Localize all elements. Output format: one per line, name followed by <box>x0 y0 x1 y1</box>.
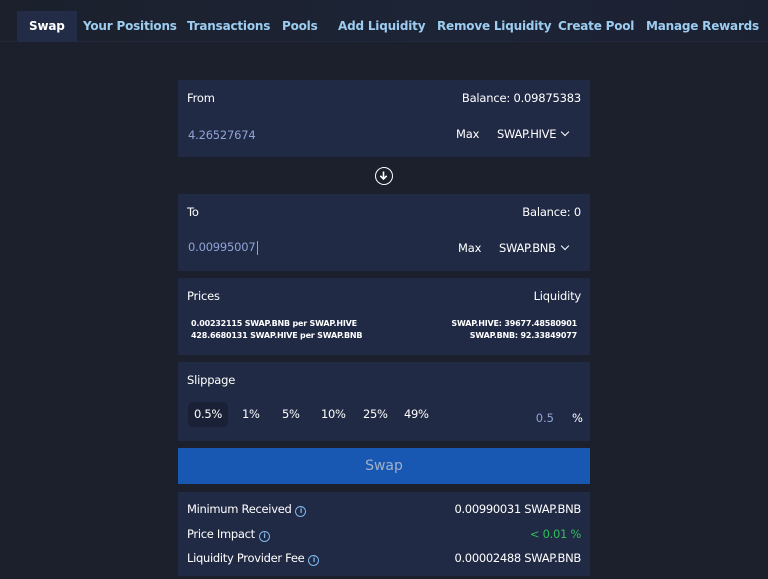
info-icon[interactable]: i <box>295 506 307 517</box>
from-token-label: SWAP.HIVE <box>497 127 557 141</box>
slippage-option[interactable]: 0.5% <box>188 402 229 427</box>
tab-add-liquidity[interactable]: Add Liquidity <box>326 11 437 42</box>
slippage-title: Slippage <box>187 373 236 387</box>
price-impact-value: < 0.01 % <box>529 527 581 541</box>
tab-remove-liquidity[interactable]: Remove Liquidity <box>425 11 563 42</box>
minimum-received-row: Minimum Received i 0.00990031 SWAP.BNB <box>187 502 581 520</box>
to-amount-input[interactable]: 0.00995007 <box>188 240 258 255</box>
arrow-down-icon <box>379 171 388 181</box>
tab-your-positions[interactable]: Your Positions <box>71 11 189 42</box>
chevron-down-icon <box>560 241 569 251</box>
slippage-option[interactable]: 25% <box>357 402 394 427</box>
tab-create-pool[interactable]: Create Pool <box>546 11 646 42</box>
liquidity-provider-fee-label: Liquidity Provider Fee <box>187 551 305 565</box>
info-icon[interactable]: i <box>308 555 320 566</box>
swap-direction-button[interactable] <box>375 167 393 185</box>
swap-details-panel: Minimum Received i 0.00990031 SWAP.BNB Pr… <box>178 492 590 576</box>
from-balance: Balance: 0.09875383 <box>461 91 581 105</box>
swap-button[interactable]: Swap <box>178 448 590 484</box>
to-label: To <box>187 205 199 219</box>
price-line: 428.6680131 SWAP.HIVE per SWAP.BNB <box>191 331 363 340</box>
liquidity-provider-fee-row: Liquidity Provider Fee i 0.00002488 SWAP.… <box>187 551 581 569</box>
from-amount-input[interactable] <box>188 126 388 144</box>
tab-manage-rewards[interactable]: Manage Rewards <box>634 11 768 42</box>
liquidity-title: Liquidity <box>533 289 582 303</box>
info-icon[interactable]: i <box>258 531 270 542</box>
price-line: 0.00232115 SWAP.BNB per SWAP.HIVE <box>191 319 357 328</box>
to-balance: Balance: 0 <box>522 205 581 219</box>
tab-swap[interactable]: Swap <box>17 11 77 42</box>
liquidity-line: SWAP.BNB: 92.33849077 <box>469 331 577 340</box>
custom-slippage-input[interactable] <box>518 410 554 426</box>
to-token-label: SWAP.BNB <box>499 241 556 255</box>
liquidity-line: SWAP.HIVE: 39677.48580901 <box>451 319 577 328</box>
minimum-received-label: Minimum Received <box>187 502 292 516</box>
from-token-select[interactable]: SWAP.HIVE <box>497 127 570 141</box>
prices-title: Prices <box>187 289 220 303</box>
slippage-option[interactable]: 10% <box>315 402 352 427</box>
slippage-panel: Slippage 0.5% 1% 5% 10% 25% 49% % <box>178 362 590 441</box>
slippage-unit: % <box>572 411 583 425</box>
slippage-option[interactable]: 49% <box>398 402 435 427</box>
tab-transactions[interactable]: Transactions <box>175 11 282 42</box>
from-label: From <box>187 91 215 105</box>
price-impact-label: Price Impact <box>187 527 255 541</box>
slippage-option[interactable]: 1% <box>236 402 266 427</box>
to-token-select[interactable]: SWAP.BNB <box>499 241 569 255</box>
to-panel: To Balance: 0 0.00995007 Max SWAP.BNB <box>178 194 590 271</box>
tab-pools[interactable]: Pools <box>270 11 330 42</box>
to-amount-value: 0.00995007 <box>188 240 256 254</box>
from-panel: From Balance: 0.09875383 Max SWAP.HIVE <box>178 80 590 157</box>
slippage-option[interactable]: 5% <box>276 402 306 427</box>
to-max-button[interactable]: Max <box>458 241 481 255</box>
top-navigation: Swap Your Positions Transactions Pools A… <box>0 0 768 42</box>
minimum-received-value: 0.00990031 SWAP.BNB <box>454 502 581 516</box>
liquidity-provider-fee-value: 0.00002488 SWAP.BNB <box>454 551 581 565</box>
chevron-down-icon <box>560 127 570 137</box>
from-max-button[interactable]: Max <box>456 127 479 141</box>
text-caret <box>256 240 258 255</box>
price-impact-row: Price Impact i < 0.01 % <box>187 527 581 545</box>
prices-panel: Prices Liquidity 0.00232115 SWAP.BNB per… <box>178 278 590 355</box>
